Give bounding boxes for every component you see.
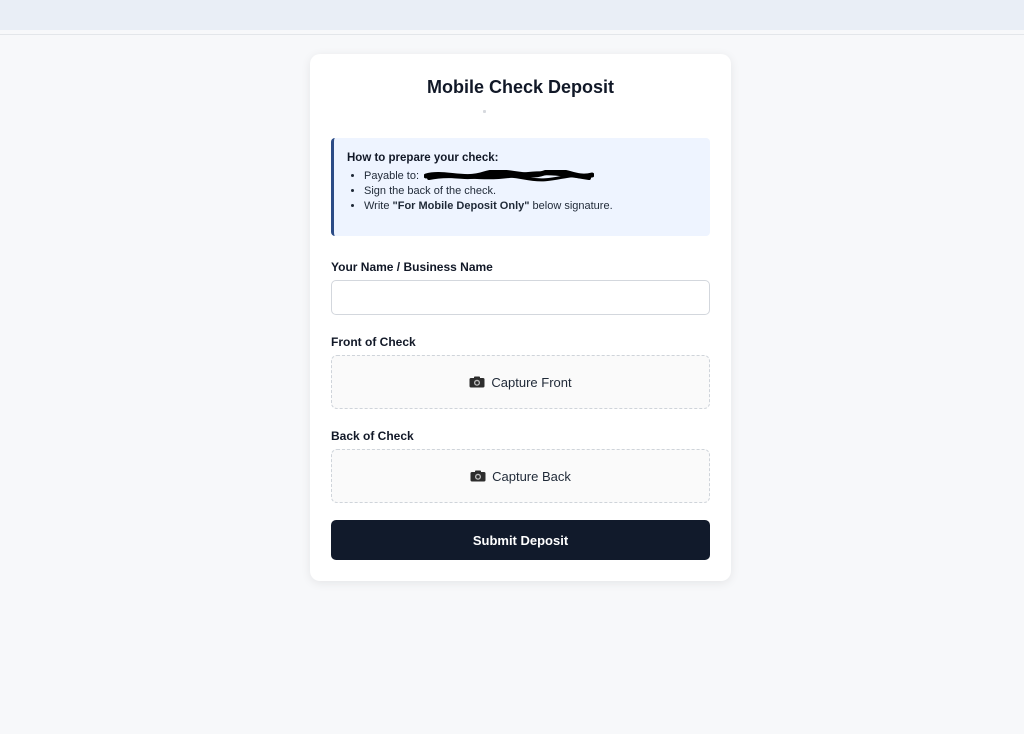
browser-top-bar: [0, 0, 1024, 30]
front-label: Front of Check: [331, 335, 416, 349]
capture-front-button[interactable]: Capture Front: [331, 355, 710, 409]
instructions-list: Payable to: Sign the back of the check. …: [347, 169, 698, 214]
camera-icon: [470, 470, 486, 482]
write-bold: "For Mobile Deposit Only": [392, 200, 530, 212]
subtitle-dot: [483, 110, 486, 113]
name-label: Your Name / Business Name: [331, 260, 493, 274]
instruction-write: Write "For Mobile Deposit Only" below si…: [364, 199, 698, 214]
instruction-payable: Payable to:: [364, 169, 698, 184]
submit-deposit-button[interactable]: Submit Deposit: [331, 520, 710, 560]
instructions-title: How to prepare your check:: [347, 152, 499, 164]
redaction-scribble: [424, 170, 595, 182]
instruction-sign: Sign the back of the check.: [364, 184, 698, 199]
name-input[interactable]: [331, 280, 710, 315]
camera-icon: [469, 376, 485, 388]
write-prefix: Write: [364, 200, 393, 212]
capture-back-label: Capture Back: [492, 468, 571, 484]
deposit-card: Mobile Check Deposit How to prepare your…: [310, 54, 731, 581]
capture-front-label: Capture Front: [491, 374, 572, 390]
top-divider: [0, 34, 1024, 35]
payable-label: Payable to:: [364, 170, 420, 182]
write-suffix: below signature.: [529, 200, 613, 212]
capture-back-button[interactable]: Capture Back: [331, 449, 710, 503]
page-title: Mobile Check Deposit: [426, 77, 615, 97]
instructions-box: How to prepare your check: Payable to: S…: [331, 138, 710, 236]
back-label: Back of Check: [331, 429, 414, 443]
